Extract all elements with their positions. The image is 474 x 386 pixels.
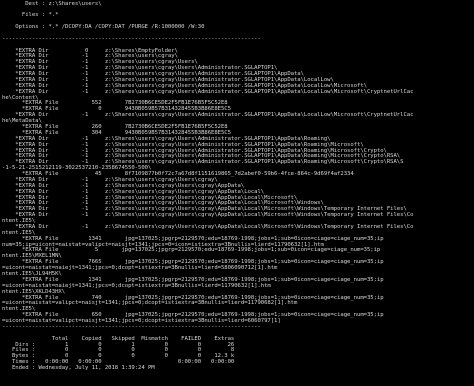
console-line: *EXTRA Dir -1 z:\Shares\users\cgray\User… bbox=[2, 212, 414, 219]
console-line: *EXTRA Dir -1 z:\Shares\users\cgray\User… bbox=[2, 112, 414, 119]
console-line: Files : *.* bbox=[2, 12, 59, 19]
console-line: Dest : z:\Shares\users\ bbox=[2, 0, 102, 7]
console-line: ----------------------------------------… bbox=[2, 35, 261, 42]
console-line: =uicont=naistat=valipct=naisjt=1341;jpcs… bbox=[2, 300, 298, 307]
console-line: *EXTRA Dir -1 z:\Shares\users\cgray\User… bbox=[2, 223, 414, 230]
console-line: Ended : Wednesday, July 11, 2018 1:39:24… bbox=[2, 365, 155, 372]
console-window[interactable]: Dest : z:\Shares\users\ Files : *.* Opti… bbox=[0, 0, 474, 386]
console-line: Options : *.* /DCOPY:DA /COPY:DAT /PURGE… bbox=[2, 24, 205, 31]
console-line: ----------------------------------------… bbox=[2, 323, 261, 330]
console-line: *EXTRA Dir -1 z:\Shares\users\cgray\User… bbox=[2, 88, 414, 95]
